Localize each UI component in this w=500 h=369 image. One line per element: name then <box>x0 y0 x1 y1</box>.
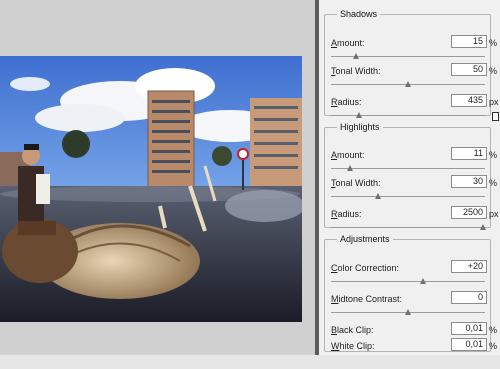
slider-thumb[interactable] <box>356 112 362 118</box>
highlights-row: Radius: 2500 px <box>331 206 499 237</box>
unit-label: % <box>489 38 498 48</box>
label-text: hite Clip: <box>339 341 375 351</box>
highlights-legend: Highlights <box>340 122 380 132</box>
value-input[interactable]: 50 <box>451 63 487 76</box>
unit-label: % <box>489 150 498 160</box>
slider-track[interactable] <box>331 196 485 197</box>
slider-thumb[interactable] <box>353 53 359 59</box>
label-text: onal Width: <box>335 178 381 188</box>
label-text: olor Correction: <box>337 263 400 273</box>
value-input[interactable]: 11 <box>451 147 487 160</box>
field-label: Tonal Width: <box>331 66 381 76</box>
adjustments-row: White Clip: 0,01% <box>331 338 497 369</box>
adjustments-row: Midtone Contrast: 0 <box>331 291 489 322</box>
shadows-highlights-panel: Shadows Amount: 15% Tonal Width: 50% Radius:… <box>319 0 500 355</box>
label-text: adius: <box>337 209 362 219</box>
slider-thumb[interactable] <box>375 193 381 199</box>
slider-track[interactable] <box>331 115 485 116</box>
slider-thumb[interactable] <box>480 224 486 230</box>
panel-edge-icon[interactable] <box>492 112 499 121</box>
field-label: Midtone Contrast: <box>331 294 402 304</box>
label-text: mount: <box>337 150 365 160</box>
label-text: idtone Contrast: <box>338 294 403 304</box>
value-input[interactable]: 0,01 <box>451 322 487 335</box>
slider-thumb[interactable] <box>405 309 411 315</box>
shadows-row: Amount: 15% <box>331 35 497 66</box>
photo-image <box>0 56 302 322</box>
shadows-row: Tonal Width: 50% <box>331 63 497 94</box>
unit-label: px <box>489 97 499 107</box>
field-label: White Clip: <box>331 341 375 351</box>
label-mnemonic: M <box>331 294 339 304</box>
slider-track[interactable] <box>331 168 485 169</box>
unit-label: % <box>489 66 498 76</box>
highlights-row: Amount: 11% <box>331 147 497 178</box>
value-input[interactable]: 0,01 <box>451 338 487 351</box>
adjustments-legend: Adjustments <box>340 234 390 244</box>
value-input[interactable]: 0 <box>451 291 487 304</box>
adjustments-row: Color Correction: +20 <box>331 260 489 291</box>
value-input[interactable]: 15 <box>451 35 487 48</box>
value-input[interactable]: +20 <box>451 260 487 273</box>
unit-label: % <box>489 178 498 188</box>
slider-thumb[interactable] <box>347 165 353 171</box>
label-text: mount: <box>337 38 365 48</box>
unit-label: % <box>489 325 498 335</box>
slider-track[interactable] <box>331 227 485 228</box>
field-label: Tonal Width: <box>331 178 381 188</box>
field-label: Radius: <box>331 97 362 107</box>
shadows-row: Radius: 435 px <box>331 94 499 125</box>
slider-thumb[interactable] <box>420 278 426 284</box>
adjustments-group: Adjustments Color Correction: +20 Midtone … <box>324 234 497 352</box>
highlights-row: Tonal Width: 30% <box>331 175 497 206</box>
highlights-group: Highlights Amount: 11% Tonal Width: 30% Radi… <box>324 122 499 230</box>
slider-thumb[interactable] <box>405 81 411 87</box>
document-photo[interactable] <box>0 56 302 322</box>
slider-track[interactable] <box>331 281 485 282</box>
shadows-group: Shadows Amount: 15% Tonal Width: 50% Radius:… <box>324 9 499 118</box>
label-text: onal Width: <box>335 66 381 76</box>
value-input[interactable]: 30 <box>451 175 487 188</box>
field-label: Black Clip: <box>331 325 374 335</box>
field-label: Amount: <box>331 150 365 160</box>
value-input[interactable]: 2500 <box>451 206 487 219</box>
value-input[interactable]: 435 <box>451 94 487 107</box>
label-mnemonic: W <box>331 341 340 351</box>
field-label: Radius: <box>331 209 362 219</box>
label-text: adius: <box>337 97 362 107</box>
field-label: Amount: <box>331 38 365 48</box>
unit-label: % <box>489 341 498 351</box>
shadows-legend: Shadows <box>340 9 378 19</box>
label-text: lack Clip: <box>337 325 374 335</box>
field-label: Color Correction: <box>331 263 399 273</box>
unit-label: px <box>489 209 499 219</box>
